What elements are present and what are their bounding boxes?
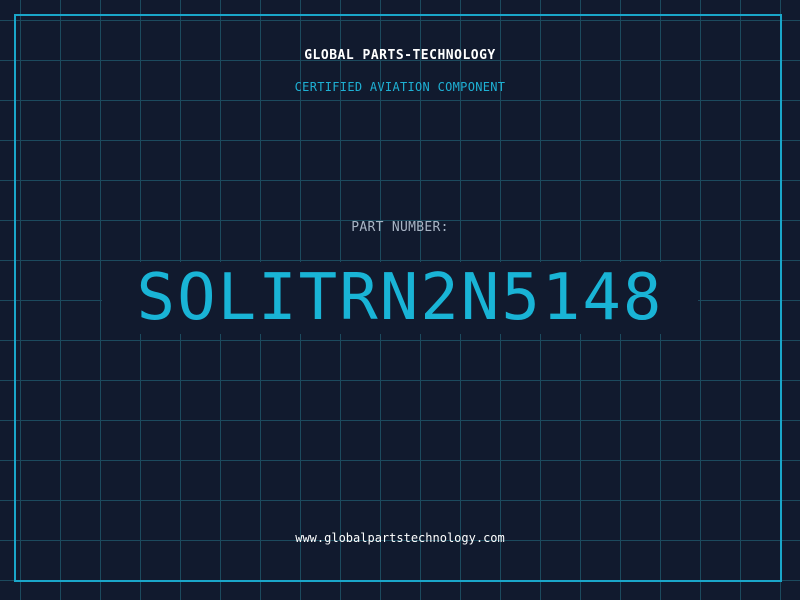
label-card: GLOBAL PARTS-TECHNOLOGY CERTIFIED AVIATI…	[0, 0, 800, 600]
company-name: GLOBAL PARTS-TECHNOLOGY	[304, 48, 496, 63]
part-number-label: PART NUMBER:	[351, 220, 449, 235]
component-subtitle: CERTIFIED AVIATION COMPONENT	[294, 80, 506, 94]
part-number-value: SOLITRN2N5148	[102, 262, 698, 334]
website-url: www.globalpartstechnology.com	[295, 531, 505, 545]
